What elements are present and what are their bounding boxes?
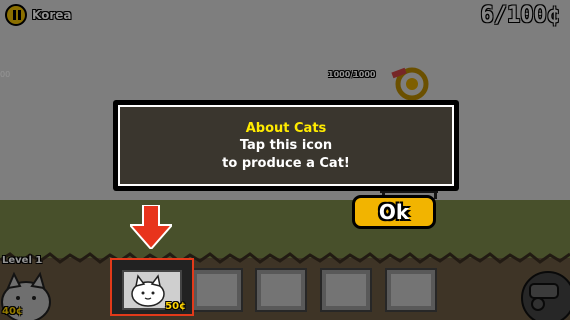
highlighted-cat-cost: 50¢	[165, 301, 186, 312]
battle-scene: 00 1000/1000 Korea 6/100¢ Level 1 40¢ Ab…	[0, 0, 570, 320]
dialog-line-1: Tap this icon	[239, 138, 333, 153]
tutorial-dialog: About Cats Tap this icon to produce a Ca…	[113, 100, 459, 191]
dialog-line-2: to produce a Cat!	[222, 156, 350, 171]
dialog-title: About Cats	[245, 121, 327, 136]
ok-button[interactable]: Ok	[352, 195, 436, 229]
ok-button-label: Ok	[378, 200, 410, 224]
highlighted-deploy-slot[interactable]: 50¢	[110, 258, 194, 316]
arrow-down-icon	[130, 205, 172, 249]
dialog-panel: About Cats Tap this icon to produce a Ca…	[118, 105, 454, 186]
